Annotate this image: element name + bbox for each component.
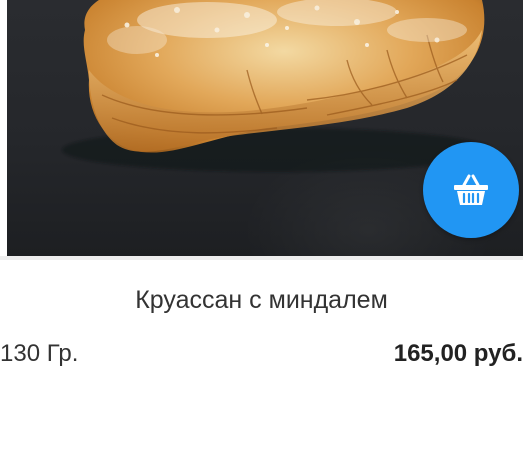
product-weight: 130 Гр. (0, 340, 79, 367)
product-card: Круассан с миндалем 130 Гр. 165,00 руб. (0, 0, 523, 466)
basket-icon (454, 174, 488, 205)
add-to-cart-button[interactable] (423, 142, 519, 238)
product-price: 165,00 руб. (393, 340, 523, 367)
product-name[interactable]: Круассан с миндалем (0, 284, 523, 316)
image-divider (0, 256, 523, 260)
